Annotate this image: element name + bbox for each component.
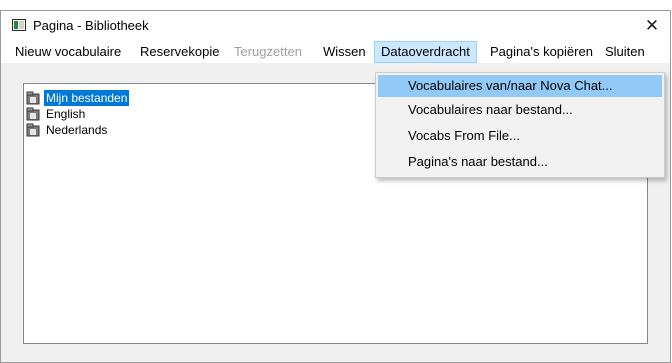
folder-icon <box>26 123 40 137</box>
menu-dataoverdracht[interactable]: Dataoverdracht <box>374 41 477 63</box>
menu-item-vocabulaires-nova-chat[interactable]: Vocabulaires van/naar Nova Chat... <box>378 75 662 97</box>
menu-sluiten[interactable]: Sluiten <box>599 41 651 63</box>
tree-item-label: Mijn bestanden <box>44 90 130 106</box>
menu-terugzetten: Terugzetten <box>234 44 302 59</box>
menu-nieuw-vocabulaire[interactable]: Nieuw vocabulaire <box>9 41 127 63</box>
menu-paginas-kopieren[interactable]: Pagina's kopiëren <box>484 41 599 63</box>
menu-wissen[interactable]: Wissen <box>317 41 372 63</box>
title-bar: Pagina - Bibliotheek ✕ <box>1 11 670 41</box>
menu-item-paginas-naar-bestand[interactable]: Pagina's naar bestand... <box>378 151 662 173</box>
folder-icon <box>26 107 40 121</box>
menu-reservekopie[interactable]: Reservekopie <box>134 41 226 63</box>
folder-icon <box>26 91 40 105</box>
dataoverdracht-dropdown: Vocabulaires van/naar Nova Chat... Vocab… <box>375 72 665 178</box>
library-window: Pagina - Bibliotheek ✕ Nieuw vocabulaire… <box>0 10 671 363</box>
window-title: Pagina - Bibliotheek <box>33 18 149 33</box>
menu-item-vocabs-from-file[interactable]: Vocabs From File... <box>378 125 662 147</box>
close-button[interactable]: ✕ <box>634 11 670 41</box>
app-icon <box>12 19 26 31</box>
menu-bar: Nieuw vocabulaire Reservekopie Terugzett… <box>1 41 670 63</box>
tree-item-label: Nederlands <box>46 123 108 137</box>
menu-item-vocabulaires-naar-bestand[interactable]: Vocabulaires naar bestand... <box>378 99 662 121</box>
tree-item-label: English <box>46 107 86 121</box>
